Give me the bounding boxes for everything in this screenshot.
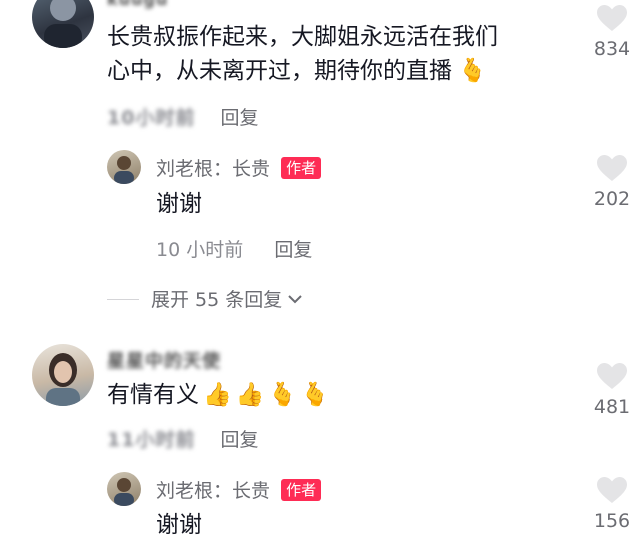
- like-count: 156: [593, 510, 631, 532]
- comment-username[interactable]: kuugu: [107, 0, 168, 9]
- heart-icon: [597, 363, 627, 389]
- reply-button[interactable]: 回复: [274, 239, 312, 261]
- comment-text: 有情有义 👍👍🫰🫰: [107, 378, 334, 412]
- like-button[interactable]: 156: [582, 476, 640, 532]
- reply-author-name[interactable]: 刘老根：长贵: [156, 158, 270, 180]
- comment-text-line: 长贵叔振作起来，大脚姐永远活在我们: [107, 24, 498, 50]
- comment-time: 11小时前: [107, 429, 196, 451]
- expand-replies-button[interactable]: 展开 55 条回复: [107, 285, 303, 312]
- divider: [107, 299, 139, 300]
- chevron-down-icon: [288, 295, 303, 304]
- like-button[interactable]: 481: [582, 362, 640, 418]
- author-badge: 作者: [281, 479, 322, 501]
- comment-username[interactable]: 星星中的天使: [107, 347, 221, 373]
- avatar[interactable]: [107, 472, 141, 506]
- avatar[interactable]: [32, 0, 94, 48]
- expand-replies-label: 展开 55 条回复: [151, 289, 283, 311]
- avatar-image: [114, 478, 134, 506]
- like-button[interactable]: 202: [582, 154, 640, 210]
- finger-heart-emoji: 🫰: [458, 58, 487, 84]
- author-badge: 作者: [281, 157, 322, 179]
- avatar[interactable]: [32, 344, 94, 406]
- reply-time: 10 小时前: [156, 239, 244, 261]
- avatar-image: [44, 0, 82, 48]
- reply-text: 谢谢: [156, 512, 202, 538]
- heart-icon: [597, 477, 627, 503]
- avatar-image: [46, 353, 80, 406]
- like-count: 834: [593, 38, 631, 60]
- comment-time: 10小时前: [107, 107, 196, 129]
- reply-author-name[interactable]: 刘老根：长贵: [156, 480, 270, 502]
- reply-button[interactable]: 回复: [221, 429, 259, 451]
- avatar-image: [114, 156, 134, 184]
- like-count: 202: [593, 188, 631, 210]
- like-count: 481: [593, 396, 631, 418]
- comment-text: 长贵叔振作起来，大脚姐永远活在我们 心中，从未离开过，期待你的直播 🫰: [107, 20, 498, 88]
- comment-text-line: 心中，从未离开过，期待你的直播: [107, 58, 452, 84]
- heart-icon: [597, 5, 627, 31]
- emoji-sequence: 👍👍🫰🫰: [203, 382, 334, 408]
- like-button[interactable]: 834: [582, 4, 640, 60]
- avatar[interactable]: [107, 150, 141, 184]
- reply-text: 谢谢: [156, 191, 202, 217]
- reply-button[interactable]: 回复: [221, 107, 259, 129]
- comment-text-line: 有情有义: [107, 382, 199, 408]
- heart-icon: [597, 155, 627, 181]
